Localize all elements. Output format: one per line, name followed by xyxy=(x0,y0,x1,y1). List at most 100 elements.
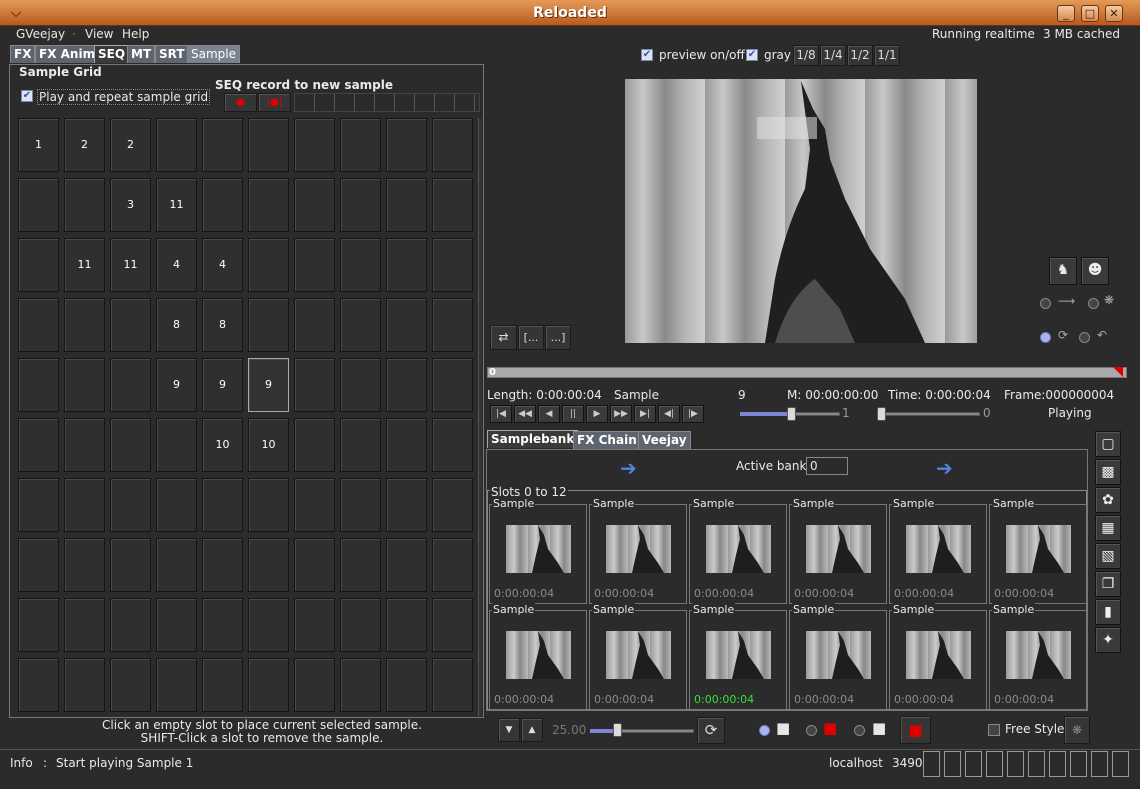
close-icon[interactable]: ✕ xyxy=(1105,5,1123,22)
grid-cell[interactable] xyxy=(110,358,151,412)
grid-cell[interactable] xyxy=(432,598,473,652)
grid-cell[interactable] xyxy=(432,418,473,472)
sample-slot[interactable]: Sample 0:00:00:04 xyxy=(489,603,587,710)
grid-cell[interactable]: 11 xyxy=(110,238,151,292)
grid-cell[interactable] xyxy=(202,538,243,592)
minimize-icon[interactable]: _ xyxy=(1057,5,1075,22)
grid-cell[interactable] xyxy=(18,658,59,712)
sample-slot[interactable]: Sample 0:00:00:04 xyxy=(889,603,987,710)
repeat-grid-checkbox[interactable]: ✔ xyxy=(21,90,33,102)
maximize-icon[interactable]: □ xyxy=(1081,5,1099,22)
grid-cell[interactable]: 1 xyxy=(18,118,59,172)
save-bank-icon[interactable]: ▧ xyxy=(1095,543,1121,569)
grid-cell[interactable] xyxy=(248,238,289,292)
repeat-grid-label[interactable]: Play and repeat sample grid xyxy=(37,89,211,105)
grid-cell[interactable]: 4 xyxy=(156,238,197,292)
grid-cell[interactable] xyxy=(248,298,289,352)
grid-cell[interactable] xyxy=(202,118,243,172)
sample-slot[interactable]: Sample 0:00:00:04 xyxy=(889,497,987,604)
copy-icon[interactable]: ❐ xyxy=(1095,571,1121,597)
sample-slot[interactable]: Sample 0:00:00:04 xyxy=(789,603,887,710)
loop-radio-none[interactable] xyxy=(1040,298,1051,309)
scale-1-1-button[interactable]: 1/1 xyxy=(874,45,900,66)
grid-cell[interactable] xyxy=(248,478,289,532)
sample-slot[interactable]: Sample 0:00:00:04 xyxy=(489,497,587,604)
grid-cell[interactable] xyxy=(294,658,335,712)
free-style-checkbox[interactable] xyxy=(988,724,1000,736)
grid-cell[interactable] xyxy=(156,418,197,472)
grid-cell[interactable] xyxy=(110,478,151,532)
grid-cell[interactable] xyxy=(156,478,197,532)
grid-cell[interactable] xyxy=(202,178,243,232)
menu-gveejay[interactable]: GVeejay xyxy=(16,27,65,41)
grid-cell[interactable]: 9 xyxy=(248,358,289,412)
trash-icon[interactable]: ▮ xyxy=(1095,599,1121,625)
mask-icon[interactable]: ☻ xyxy=(1081,257,1109,285)
grid-cell[interactable] xyxy=(64,598,105,652)
grid-cell[interactable] xyxy=(340,118,381,172)
settings-gear-icon[interactable]: ❋ xyxy=(1064,716,1090,744)
grid-cell[interactable]: 2 xyxy=(64,118,105,172)
grid-cell[interactable] xyxy=(432,178,473,232)
speed-slider-knob[interactable] xyxy=(787,407,796,421)
grid-cell[interactable]: 3 xyxy=(110,178,151,232)
grid-cell[interactable] xyxy=(294,298,335,352)
grid-cell[interactable] xyxy=(110,298,151,352)
set-out-point-button[interactable]: ...] xyxy=(545,325,571,350)
grid-cell[interactable] xyxy=(386,358,427,412)
grid-cell[interactable] xyxy=(64,418,105,472)
grid-cell[interactable] xyxy=(110,658,151,712)
scale-1-4-button[interactable]: 1/4 xyxy=(820,45,846,66)
grid-cell[interactable] xyxy=(64,658,105,712)
gray-label[interactable]: gray xyxy=(764,48,791,62)
grid-cell[interactable] xyxy=(156,598,197,652)
sample-slot[interactable]: Sample 0:00:00:04 xyxy=(989,603,1087,710)
sample-slot[interactable]: Sample 0:00:00:04 xyxy=(789,497,887,604)
grid-cell[interactable] xyxy=(18,538,59,592)
grid-cell[interactable] xyxy=(386,238,427,292)
loop-radio-normal[interactable] xyxy=(1040,332,1051,343)
grid-cell[interactable]: 9 xyxy=(202,358,243,412)
grid-cell[interactable] xyxy=(386,418,427,472)
record-stop-button[interactable]: |●| xyxy=(258,93,291,112)
grid-cell[interactable] xyxy=(18,478,59,532)
grid-cell[interactable] xyxy=(110,418,151,472)
grid-cell[interactable] xyxy=(340,598,381,652)
swap-icon[interactable]: ⇄ xyxy=(490,325,517,350)
grid-cell[interactable] xyxy=(386,298,427,352)
mode-radio-1[interactable] xyxy=(759,725,770,736)
grid-cell[interactable] xyxy=(248,538,289,592)
grid-cell[interactable] xyxy=(202,478,243,532)
mode-radio-3[interactable] xyxy=(854,725,865,736)
grid-cell[interactable] xyxy=(432,238,473,292)
grid-cell[interactable]: 10 xyxy=(202,418,243,472)
sample-slot[interactable]: Sample 0:00:00:04 xyxy=(689,497,787,604)
grid-cell[interactable] xyxy=(340,538,381,592)
grid-cell[interactable] xyxy=(386,118,427,172)
grid-cell[interactable]: 9 xyxy=(156,358,197,412)
sample-slot[interactable]: Sample 0:00:00:04 xyxy=(589,603,687,710)
grid-cell[interactable] xyxy=(294,478,335,532)
tab-srt[interactable]: SRT xyxy=(155,45,189,63)
scale-1-8-button[interactable]: 1/8 xyxy=(793,45,819,66)
loop-radio-pingpong[interactable] xyxy=(1088,298,1099,309)
grid-cell[interactable]: 2 xyxy=(110,118,151,172)
grid-cell[interactable] xyxy=(340,478,381,532)
grid-cell[interactable]: 8 xyxy=(202,298,243,352)
fast-forward-button[interactable]: ▶▶ xyxy=(610,405,632,423)
grid-cell[interactable] xyxy=(294,358,335,412)
goto-start-button[interactable]: |◀ xyxy=(490,405,512,423)
mode-radio-2[interactable] xyxy=(806,725,817,736)
loop-radio-random[interactable] xyxy=(1079,332,1090,343)
refresh-icon[interactable]: ⟳ xyxy=(697,717,725,744)
grid-cell[interactable] xyxy=(386,598,427,652)
video-preview[interactable] xyxy=(625,79,977,343)
grid-cell[interactable]: 10 xyxy=(248,418,289,472)
bank-down-button[interactable]: ▼ xyxy=(498,718,520,742)
grid-cell[interactable] xyxy=(432,538,473,592)
tab-samplebank[interactable]: Samplebank xyxy=(487,430,579,448)
grid-cell[interactable] xyxy=(18,598,59,652)
grid-cell[interactable]: 8 xyxy=(156,298,197,352)
grid-cell[interactable] xyxy=(248,178,289,232)
grid-cell[interactable] xyxy=(110,538,151,592)
